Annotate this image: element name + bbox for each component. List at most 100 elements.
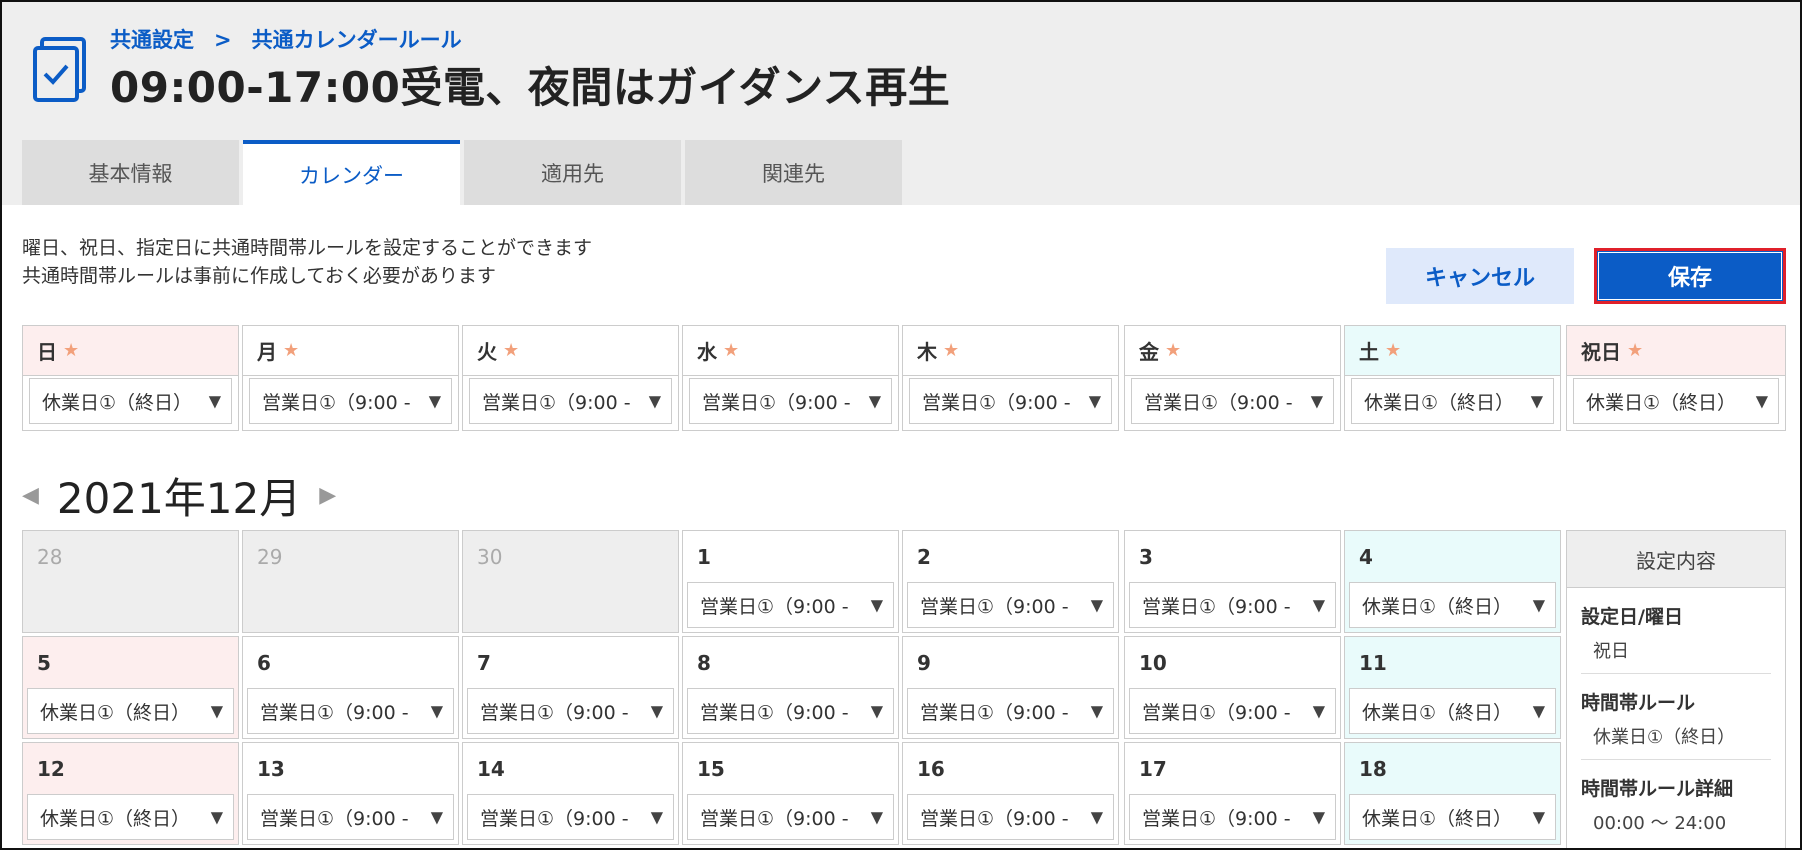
day-rule-select[interactable]: 休業日①（終日） ▼ bbox=[1349, 688, 1556, 734]
day-number: 16 bbox=[917, 757, 945, 781]
day-rule-select[interactable]: 営業日①（9:00 - ▼ bbox=[467, 688, 674, 734]
day-number: 10 bbox=[1139, 651, 1167, 675]
dropdown-arrow-icon: ▼ bbox=[866, 391, 881, 411]
weekday-rule-select[interactable]: 営業日①（9:00 - ▼ bbox=[249, 378, 452, 424]
breadcrumb-current-link[interactable]: 共通カレンダールール bbox=[252, 28, 462, 52]
day-rule-select[interactable]: 営業日①（9:00 - ▼ bbox=[687, 688, 894, 734]
calendar-day: 2 営業日①（9:00 - ▼ bbox=[902, 530, 1119, 633]
day-rule-select[interactable]: 休業日①（終日） ▼ bbox=[1349, 794, 1556, 840]
weekday-rule-select[interactable]: 営業日①（9:00 - ▼ bbox=[1131, 378, 1334, 424]
weekday-rule-select[interactable]: 休業日①（終日） ▼ bbox=[1351, 378, 1554, 424]
day-number: 4 bbox=[1359, 545, 1373, 569]
dropdown-arrow-icon: ▼ bbox=[1528, 391, 1543, 411]
weekday-label: 水 bbox=[697, 340, 717, 364]
cancel-button[interactable]: キャンセル bbox=[1386, 248, 1574, 304]
save-button[interactable]: 保存 bbox=[1594, 248, 1786, 304]
dropdown-arrow-icon: ▼ bbox=[1310, 807, 1325, 827]
calendar-day: 11 休業日①（終日） ▼ bbox=[1344, 636, 1561, 739]
tab-calendar[interactable]: カレンダー bbox=[243, 140, 460, 205]
day-rule-select[interactable]: 営業日①（9:00 - ▼ bbox=[907, 688, 1114, 734]
day-rule-select[interactable]: 休業日①（終日） ▼ bbox=[27, 794, 234, 840]
star-icon: ★ bbox=[723, 340, 740, 361]
description-line-1: 曜日、祝日、指定日に共通時間帯ルールを設定することができます bbox=[22, 237, 593, 259]
calendar-day: 28 bbox=[22, 530, 239, 633]
calendar-day: 4 休業日①（終日） ▼ bbox=[1344, 530, 1561, 633]
app-frame: 共通設定 > 共通カレンダールール 09:00-17:00受電、夜間はガイダンス再生… bbox=[0, 0, 1802, 850]
day-rule-select[interactable]: 営業日①（9:00 - ▼ bbox=[1129, 688, 1336, 734]
day-rule-select[interactable]: 営業日①（9:00 - ▼ bbox=[247, 794, 454, 840]
weekday-rule-sat: 土 ★ 休業日①（終日） ▼ bbox=[1344, 325, 1561, 431]
weekday-rule-select[interactable]: 営業日①（9:00 - ▼ bbox=[469, 378, 672, 424]
day-rule-select[interactable]: 営業日①（9:00 - ▼ bbox=[467, 794, 674, 840]
weekday-label: 月 bbox=[257, 340, 277, 364]
select-value: 営業日①（9:00 - bbox=[260, 807, 409, 830]
dropdown-arrow-icon: ▼ bbox=[868, 595, 883, 615]
dropdown-arrow-icon: ▼ bbox=[868, 701, 883, 721]
day-rule-select[interactable]: 営業日①（9:00 - ▼ bbox=[907, 794, 1114, 840]
select-value: 営業日①（9:00 - bbox=[1142, 595, 1291, 618]
weekday-rule-tue: 火 ★ 営業日①（9:00 - ▼ bbox=[462, 325, 679, 431]
star-icon: ★ bbox=[1165, 340, 1182, 361]
panel-label: 時間帯ルール bbox=[1581, 692, 1696, 714]
description: 曜日、祝日、指定日に共通時間帯ルールを設定することができます 共通時間帯ルールは… bbox=[22, 234, 592, 290]
breadcrumb: 共通設定 > 共通カレンダールール bbox=[110, 24, 462, 54]
dropdown-arrow-icon: ▼ bbox=[1088, 701, 1103, 721]
month-navigation: ◀ 2021年12月 ▶ bbox=[22, 467, 336, 523]
day-number: 6 bbox=[257, 651, 271, 675]
tab-related[interactable]: 関連先 bbox=[685, 140, 902, 205]
dropdown-arrow-icon: ▼ bbox=[428, 807, 443, 827]
tab-basic-info[interactable]: 基本情報 bbox=[22, 140, 239, 205]
day-number: 3 bbox=[1139, 545, 1153, 569]
day-number: 2 bbox=[917, 545, 931, 569]
calendar-day: 29 bbox=[242, 530, 459, 633]
panel-title: 設定内容 bbox=[1567, 531, 1785, 588]
star-icon: ★ bbox=[503, 340, 520, 361]
calendar-day: 16 営業日①（9:00 - ▼ bbox=[902, 742, 1119, 845]
day-rule-select[interactable]: 営業日①（9:00 - ▼ bbox=[247, 688, 454, 734]
day-rule-select[interactable]: 営業日①（9:00 - ▼ bbox=[1129, 582, 1336, 628]
day-rule-select[interactable]: 休業日①（終日） ▼ bbox=[27, 688, 234, 734]
day-number: 29 bbox=[257, 545, 283, 569]
next-month-icon[interactable]: ▶ bbox=[319, 483, 336, 508]
select-value: 休業日①（終日） bbox=[1362, 807, 1513, 830]
calendar-day: 5 休業日①（終日） ▼ bbox=[22, 636, 239, 739]
day-number: 5 bbox=[37, 651, 51, 675]
select-value: 営業日①（9:00 - bbox=[1142, 701, 1291, 724]
weekday-label: 木 bbox=[917, 340, 937, 364]
weekday-rule-select[interactable]: 休業日①（終日） ▼ bbox=[1573, 378, 1779, 424]
star-icon: ★ bbox=[63, 340, 80, 361]
tab-applied-to[interactable]: 適用先 bbox=[464, 140, 681, 205]
dropdown-arrow-icon: ▼ bbox=[1088, 807, 1103, 827]
weekday-rule-fri: 金 ★ 営業日①（9:00 - ▼ bbox=[1124, 325, 1341, 431]
select-value: 休業日①（終日） bbox=[40, 701, 191, 724]
weekday-rule-select[interactable]: 営業日①（9:00 - ▼ bbox=[909, 378, 1112, 424]
prev-month-icon[interactable]: ◀ bbox=[22, 483, 39, 508]
weekday-rule-sun: 日 ★ 休業日①（終日） ▼ bbox=[22, 325, 239, 431]
panel-section-detail: 時間帯ルール詳細 00:00 ～ 24:00 bbox=[1581, 760, 1771, 845]
dropdown-arrow-icon: ▼ bbox=[208, 701, 223, 721]
weekday-label: 日 bbox=[37, 340, 57, 364]
day-number: 7 bbox=[477, 651, 491, 675]
day-rule-select[interactable]: 営業日①（9:00 - ▼ bbox=[687, 582, 894, 628]
select-value: 営業日①（9:00 - bbox=[920, 701, 1069, 724]
select-value: 営業日①（9:00 - bbox=[700, 807, 849, 830]
day-rule-select[interactable]: 営業日①（9:00 - ▼ bbox=[687, 794, 894, 840]
day-number: 17 bbox=[1139, 757, 1167, 781]
page-header: 共通設定 > 共通カレンダールール 09:00-17:00受電、夜間はガイダンス再生… bbox=[2, 2, 1800, 205]
select-value: 営業日①（9:00 - bbox=[922, 391, 1071, 414]
dropdown-arrow-icon: ▼ bbox=[1308, 391, 1323, 411]
description-line-2: 共通時間帯ルールは事前に作成しておく必要があります bbox=[22, 265, 496, 287]
dropdown-arrow-icon: ▼ bbox=[648, 807, 663, 827]
day-number: 13 bbox=[257, 757, 285, 781]
breadcrumb-parent-link[interactable]: 共通設定 bbox=[110, 28, 194, 52]
day-rule-select[interactable]: 営業日①（9:00 - ▼ bbox=[1129, 794, 1336, 840]
panel-value: 祝日 bbox=[1593, 641, 1629, 662]
weekday-rule-select[interactable]: 休業日①（終日） ▼ bbox=[29, 378, 232, 424]
day-rule-select[interactable]: 休業日①（終日） ▼ bbox=[1349, 582, 1556, 628]
day-rule-select[interactable]: 営業日①（9:00 - ▼ bbox=[907, 582, 1114, 628]
select-value: 休業日①（終日） bbox=[42, 391, 193, 414]
select-value: 営業日①（9:00 - bbox=[262, 391, 411, 414]
day-number: 30 bbox=[477, 545, 503, 569]
weekday-rule-select[interactable]: 営業日①（9:00 - ▼ bbox=[689, 378, 892, 424]
day-number: 1 bbox=[697, 545, 711, 569]
